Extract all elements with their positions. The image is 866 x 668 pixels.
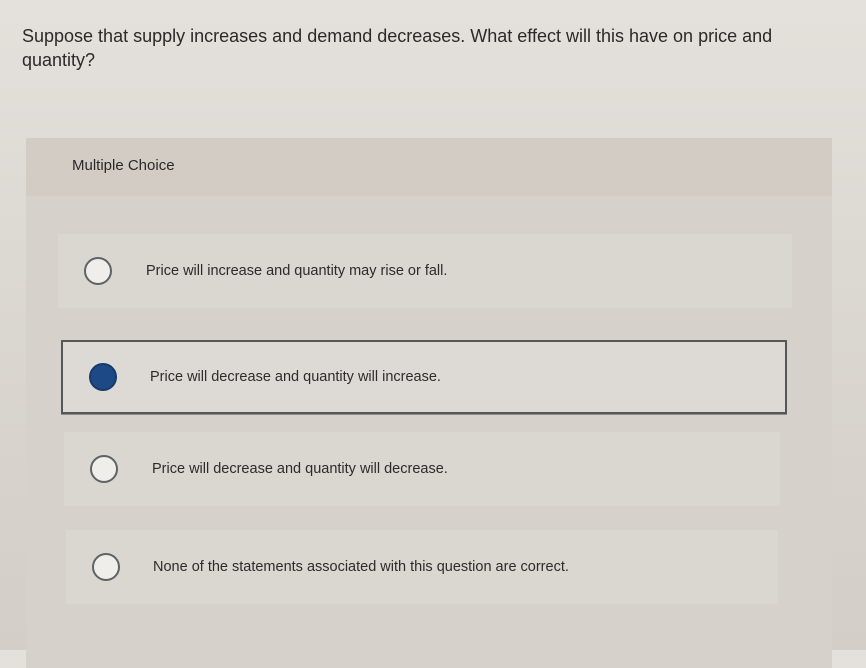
question-text: Suppose that supply increases and demand… [22, 26, 773, 70]
choice-label-3: Price will decrease and quantity will de… [152, 461, 448, 477]
choice-option-1[interactable]: Price will increase and quantity may ris… [58, 234, 792, 308]
choice-option-3[interactable]: Price will decrease and quantity will de… [64, 432, 780, 506]
choice-label-2: Price will decrease and quantity will in… [150, 369, 441, 385]
choice-label-1: Price will increase and quantity may ris… [146, 263, 448, 279]
radio-button-3[interactable] [90, 455, 118, 483]
choice-label-4: None of the statements associated with t… [153, 559, 569, 575]
choice-option-2[interactable]: Price will decrease and quantity will in… [61, 340, 787, 414]
card-title: Multiple Choice [72, 157, 175, 174]
radio-button-2-selected[interactable] [89, 363, 117, 391]
choice-option-4[interactable]: None of the statements associated with t… [66, 530, 778, 604]
card-header: Multiple Choice [26, 138, 832, 196]
radio-button-4[interactable] [92, 553, 120, 581]
radio-button-1[interactable] [84, 257, 112, 285]
